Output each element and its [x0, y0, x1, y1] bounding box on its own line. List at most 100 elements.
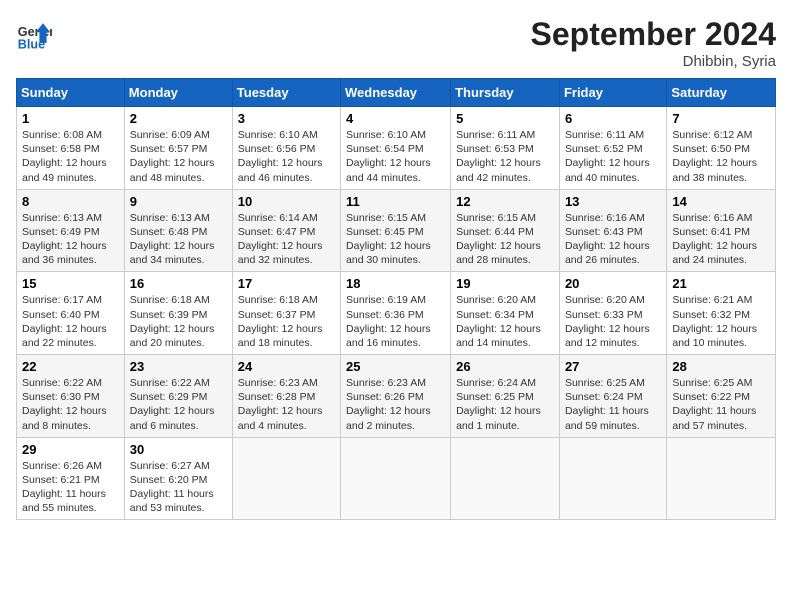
day-info: Sunrise: 6:23 AMSunset: 6:26 PMDaylight:… — [346, 376, 445, 433]
day-number: 6 — [565, 111, 661, 126]
day-number: 2 — [130, 111, 227, 126]
calendar-cell — [451, 437, 560, 520]
day-number: 28 — [672, 359, 770, 374]
calendar-week-row: 1Sunrise: 6:08 AMSunset: 6:58 PMDaylight… — [17, 107, 776, 190]
page-header: General Blue September 2024 Dhibbin, Syr… — [16, 16, 776, 70]
day-info: Sunrise: 6:13 AMSunset: 6:49 PMDaylight:… — [22, 211, 119, 268]
day-number: 21 — [672, 276, 770, 291]
day-info: Sunrise: 6:10 AMSunset: 6:54 PMDaylight:… — [346, 128, 445, 185]
day-info: Sunrise: 6:25 AMSunset: 6:24 PMDaylight:… — [565, 376, 661, 433]
month-title: September 2024 — [531, 16, 776, 53]
day-number: 23 — [130, 359, 227, 374]
day-info: Sunrise: 6:08 AMSunset: 6:58 PMDaylight:… — [22, 128, 119, 185]
day-number: 3 — [238, 111, 335, 126]
calendar-cell: 4 Sunrise: 6:10 AMSunset: 6:54 PMDaylight… — [341, 107, 451, 190]
day-number: 15 — [22, 276, 119, 291]
calendar-cell: 11Sunrise: 6:15 AMSunset: 6:45 PMDayligh… — [341, 189, 451, 272]
day-info: Sunrise: 6:22 AMSunset: 6:29 PMDaylight:… — [130, 376, 227, 433]
day-info: Sunrise: 6:22 AMSunset: 6:30 PMDaylight:… — [22, 376, 119, 433]
day-info: Sunrise: 6:11 AMSunset: 6:53 PMDaylight:… — [456, 128, 554, 185]
day-info: Sunrise: 6:26 AMSunset: 6:21 PMDaylight:… — [22, 459, 119, 516]
day-info: Sunrise: 6:15 AMSunset: 6:44 PMDaylight:… — [456, 211, 554, 268]
calendar-cell: 2Sunrise: 6:09 AMSunset: 6:57 PMDaylight… — [124, 107, 232, 190]
day-number: 12 — [456, 194, 554, 209]
day-number: 13 — [565, 194, 661, 209]
calendar-cell: 21 Sunrise: 6:21 AMSunset: 6:32 PMDayligh… — [667, 272, 776, 355]
day-info: Sunrise: 6:20 AMSunset: 6:34 PMDaylight:… — [456, 293, 554, 350]
col-header-sunday: Sunday — [17, 79, 125, 107]
day-number: 29 — [22, 442, 119, 457]
day-number: 9 — [130, 194, 227, 209]
calendar-week-row: 22 Sunrise: 6:22 AMSunset: 6:30 PMDayligh… — [17, 355, 776, 438]
calendar-cell: 6Sunrise: 6:11 AMSunset: 6:52 PMDaylight… — [559, 107, 666, 190]
calendar-cell: 9 Sunrise: 6:13 AMSunset: 6:48 PMDaylight… — [124, 189, 232, 272]
calendar-cell: 22 Sunrise: 6:22 AMSunset: 6:30 PMDayligh… — [17, 355, 125, 438]
col-header-wednesday: Wednesday — [341, 79, 451, 107]
day-info: Sunrise: 6:18 AMSunset: 6:37 PMDaylight:… — [238, 293, 335, 350]
calendar-cell: 1Sunrise: 6:08 AMSunset: 6:58 PMDaylight… — [17, 107, 125, 190]
day-number: 14 — [672, 194, 770, 209]
col-header-tuesday: Tuesday — [232, 79, 340, 107]
day-number: 16 — [130, 276, 227, 291]
location: Dhibbin, Syria — [531, 53, 776, 70]
day-info: Sunrise: 6:27 AMSunset: 6:20 PMDaylight:… — [130, 459, 227, 516]
calendar-cell: 13 Sunrise: 6:16 AMSunset: 6:43 PMDayligh… — [559, 189, 666, 272]
calendar-cell: 30 Sunrise: 6:27 AMSunset: 6:20 PMDayligh… — [124, 437, 232, 520]
title-block: September 2024 Dhibbin, Syria — [531, 16, 776, 70]
day-number: 18 — [346, 276, 445, 291]
day-number: 30 — [130, 442, 227, 457]
day-info: Sunrise: 6:23 AMSunset: 6:28 PMDaylight:… — [238, 376, 335, 433]
calendar-cell: 8 Sunrise: 6:13 AMSunset: 6:49 PMDaylight… — [17, 189, 125, 272]
col-header-thursday: Thursday — [451, 79, 560, 107]
calendar-week-row: 8 Sunrise: 6:13 AMSunset: 6:49 PMDaylight… — [17, 189, 776, 272]
day-number: 10 — [238, 194, 335, 209]
calendar-cell: 14 Sunrise: 6:16 AMSunset: 6:41 PMDayligh… — [667, 189, 776, 272]
calendar-cell: 7 Sunrise: 6:12 AMSunset: 6:50 PMDaylight… — [667, 107, 776, 190]
day-number: 7 — [672, 111, 770, 126]
calendar-cell: 20Sunrise: 6:20 AMSunset: 6:33 PMDayligh… — [559, 272, 666, 355]
day-info: Sunrise: 6:16 AMSunset: 6:43 PMDaylight:… — [565, 211, 661, 268]
day-info: Sunrise: 6:24 AMSunset: 6:25 PMDaylight:… — [456, 376, 554, 433]
calendar-week-row: 15 Sunrise: 6:17 AMSunset: 6:40 PMDayligh… — [17, 272, 776, 355]
day-info: Sunrise: 6:18 AMSunset: 6:39 PMDaylight:… — [130, 293, 227, 350]
day-number: 4 — [346, 111, 445, 126]
day-number: 5 — [456, 111, 554, 126]
calendar-cell: 18 Sunrise: 6:19 AMSunset: 6:36 PMDayligh… — [341, 272, 451, 355]
calendar-cell: 28 Sunrise: 6:25 AMSunset: 6:22 PMDayligh… — [667, 355, 776, 438]
calendar-cell: 15 Sunrise: 6:17 AMSunset: 6:40 PMDayligh… — [17, 272, 125, 355]
day-info: Sunrise: 6:21 AMSunset: 6:32 PMDaylight:… — [672, 293, 770, 350]
day-number: 24 — [238, 359, 335, 374]
calendar-cell: 5 Sunrise: 6:11 AMSunset: 6:53 PMDaylight… — [451, 107, 560, 190]
col-header-saturday: Saturday — [667, 79, 776, 107]
calendar-cell: 29 Sunrise: 6:26 AMSunset: 6:21 PMDayligh… — [17, 437, 125, 520]
day-info: Sunrise: 6:10 AMSunset: 6:56 PMDaylight:… — [238, 128, 335, 185]
calendar-cell: 27 Sunrise: 6:25 AMSunset: 6:24 PMDayligh… — [559, 355, 666, 438]
logo: General Blue — [16, 16, 52, 52]
calendar-cell — [559, 437, 666, 520]
day-info: Sunrise: 6:19 AMSunset: 6:36 PMDaylight:… — [346, 293, 445, 350]
day-info: Sunrise: 6:16 AMSunset: 6:41 PMDaylight:… — [672, 211, 770, 268]
day-info: Sunrise: 6:13 AMSunset: 6:48 PMDaylight:… — [130, 211, 227, 268]
calendar-cell: 10Sunrise: 6:14 AMSunset: 6:47 PMDayligh… — [232, 189, 340, 272]
calendar-cell: 12 Sunrise: 6:15 AMSunset: 6:44 PMDayligh… — [451, 189, 560, 272]
calendar-cell — [667, 437, 776, 520]
calendar-body: 1Sunrise: 6:08 AMSunset: 6:58 PMDaylight… — [17, 107, 776, 520]
day-number: 27 — [565, 359, 661, 374]
calendar-cell: 26 Sunrise: 6:24 AMSunset: 6:25 PMDayligh… — [451, 355, 560, 438]
calendar-cell — [232, 437, 340, 520]
calendar-cell: 25 Sunrise: 6:23 AMSunset: 6:26 PMDayligh… — [341, 355, 451, 438]
logo-icon: General Blue — [16, 16, 52, 52]
day-info: Sunrise: 6:12 AMSunset: 6:50 PMDaylight:… — [672, 128, 770, 185]
day-info: Sunrise: 6:17 AMSunset: 6:40 PMDaylight:… — [22, 293, 119, 350]
col-header-monday: Monday — [124, 79, 232, 107]
day-number: 8 — [22, 194, 119, 209]
day-number: 26 — [456, 359, 554, 374]
day-number: 22 — [22, 359, 119, 374]
calendar-cell: 19Sunrise: 6:20 AMSunset: 6:34 PMDayligh… — [451, 272, 560, 355]
day-number: 25 — [346, 359, 445, 374]
calendar-cell — [341, 437, 451, 520]
day-info: Sunrise: 6:20 AMSunset: 6:33 PMDaylight:… — [565, 293, 661, 350]
day-info: Sunrise: 6:25 AMSunset: 6:22 PMDaylight:… — [672, 376, 770, 433]
calendar-cell: 3 Sunrise: 6:10 AMSunset: 6:56 PMDaylight… — [232, 107, 340, 190]
calendar-cell: 17Sunrise: 6:18 AMSunset: 6:37 PMDayligh… — [232, 272, 340, 355]
